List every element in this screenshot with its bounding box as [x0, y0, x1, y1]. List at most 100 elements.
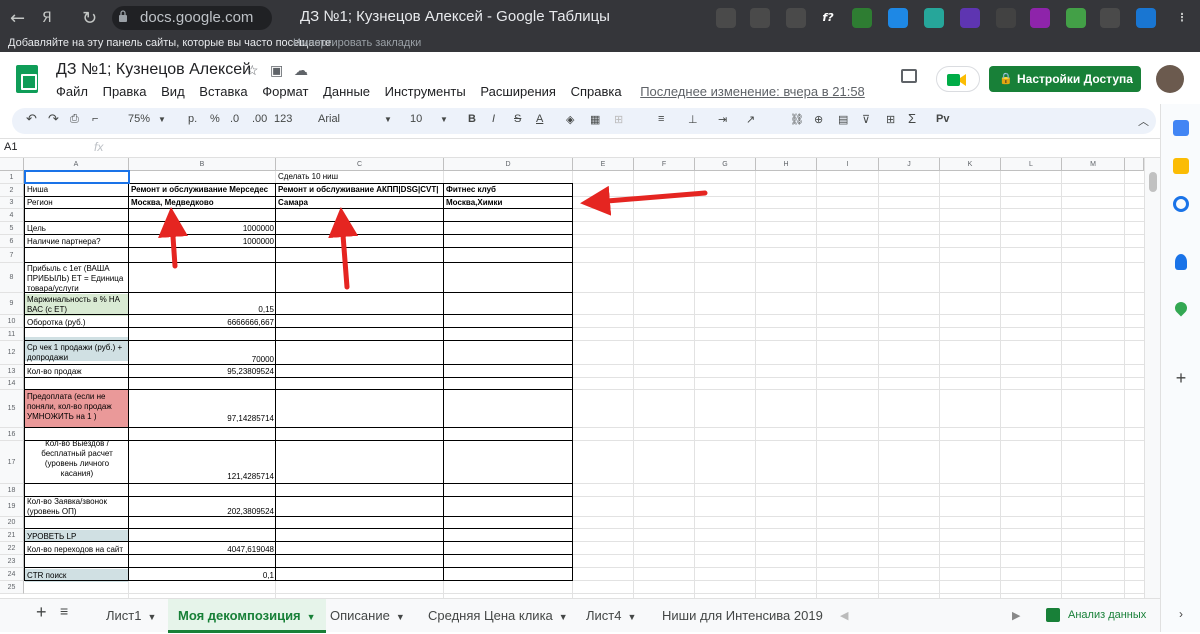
cell-a15[interactable]: Предоплата (если не поняли, кол-во прода…: [27, 392, 127, 426]
align-vertical-icon[interactable]: ⊥: [688, 113, 698, 126]
increase-decimal-button[interactable]: .00: [252, 113, 267, 125]
column-header[interactable]: M: [1062, 158, 1125, 171]
last-edit-link[interactable]: Последнее изменение: вчера в 21:58: [640, 84, 865, 99]
cell-b6[interactable]: 1000000: [131, 236, 274, 248]
column-header[interactable]: F: [634, 158, 695, 171]
column-header[interactable]: E: [573, 158, 634, 171]
column-header[interactable]: C: [276, 158, 444, 171]
row-header[interactable]: 12: [0, 341, 24, 365]
reload-icon[interactable]: ↻: [82, 8, 97, 29]
row-header[interactable]: 23: [0, 555, 24, 568]
more-formats-select[interactable]: 123: [274, 113, 292, 125]
cell-a2[interactable]: Ниша: [27, 184, 127, 196]
expand-panel-icon[interactable]: ›: [1173, 606, 1189, 622]
column-header[interactable]: H: [756, 158, 817, 171]
chart-icon[interactable]: ▤: [838, 113, 848, 126]
cell-b22[interactable]: 4047,619048: [131, 544, 274, 556]
cell-c3[interactable]: Самара: [278, 197, 444, 209]
cell-a9[interactable]: Маржинальность в % НА ВАС (с ЕТ): [27, 295, 127, 316]
explore-button[interactable]: Анализ данных: [1040, 598, 1160, 632]
cell-b17[interactable]: 121,4285714: [131, 438, 274, 482]
row-header[interactable]: 16: [0, 428, 24, 441]
comment-icon[interactable]: ⊕: [814, 113, 823, 126]
align-horizontal-icon[interactable]: ≡: [658, 113, 664, 125]
menu-help[interactable]: Справка: [571, 84, 622, 99]
download-extension-icon[interactable]: [888, 8, 908, 28]
all-sheets-icon[interactable]: ≡: [60, 603, 68, 619]
cell-b10[interactable]: 6666666,667: [131, 317, 274, 329]
extension-icon[interactable]: [960, 8, 980, 28]
column-header[interactable]: B: [129, 158, 276, 171]
menu-format[interactable]: Формат: [262, 84, 308, 99]
cell-a24[interactable]: CTR поиск: [27, 570, 127, 582]
row-header[interactable]: 14: [0, 378, 24, 390]
extension-icon[interactable]: [786, 8, 806, 28]
cell-b24[interactable]: 0,1: [131, 570, 274, 582]
import-bookmarks-link[interactable]: Импортировать закладки: [293, 37, 421, 49]
cell-c1[interactable]: Сделать 10 ниш: [278, 171, 444, 183]
spreadsheet-grid[interactable]: A B C D E F G H I J K L M 1 2 3 4 5 6 7 8 9 10 11 1…: [0, 158, 1144, 598]
sheet-tab[interactable]: Лист4 ▼: [576, 599, 646, 633]
functions-icon[interactable]: Σ: [908, 111, 916, 126]
row-header[interactable]: 5: [0, 222, 24, 235]
percent-button[interactable]: %: [210, 113, 220, 125]
row-header[interactable]: 6: [0, 235, 24, 248]
collapse-toolbar-icon[interactable]: ︿: [1138, 113, 1149, 129]
sheet-tab[interactable]: Средняя Цена клика ▼: [418, 599, 578, 633]
paint-format-icon[interactable]: ⌐: [92, 113, 98, 125]
extension-icon[interactable]: [1066, 8, 1086, 28]
row-header[interactable]: 3: [0, 197, 24, 209]
cell-b9[interactable]: 0,15: [131, 295, 274, 315]
decrease-decimal-button[interactable]: .0: [230, 113, 239, 125]
font-size-select[interactable]: 10: [410, 113, 422, 125]
cell-b2[interactable]: Ремонт и обслуживание Мерседес: [131, 184, 276, 196]
text-wrap-icon[interactable]: ⇥: [718, 113, 727, 126]
menu-data[interactable]: Данные: [323, 84, 370, 99]
cell-a17[interactable]: Кол-во Выездов / бесплатный расчет (уров…: [31, 439, 123, 483]
column-header[interactable]: K: [940, 158, 1001, 171]
cell-b19[interactable]: 202,3809524: [131, 497, 274, 517]
print-icon[interactable]: ⎙: [70, 113, 79, 126]
sheet-tab[interactable]: Лист1 ▼: [96, 599, 166, 633]
add-addon-icon[interactable]: +: [1173, 369, 1189, 387]
row-header[interactable]: 2: [0, 184, 24, 197]
maps-icon[interactable]: [1172, 299, 1190, 317]
cell-b15[interactable]: 97,14285714: [131, 390, 274, 424]
row-header[interactable]: 11: [0, 328, 24, 341]
extension-icon[interactable]: [716, 8, 736, 28]
add-sheet-icon[interactable]: +: [36, 602, 47, 623]
column-header[interactable]: G: [695, 158, 756, 171]
yandex-icon[interactable]: Я: [42, 10, 52, 26]
cell-a5[interactable]: Цель: [27, 223, 127, 235]
merge-cells-icon[interactable]: ⊞: [614, 113, 623, 126]
menu-file[interactable]: Файл: [56, 84, 88, 99]
scroll-tabs-right-icon[interactable]: ▶: [1012, 609, 1020, 622]
row-header[interactable]: 13: [0, 365, 24, 378]
scrollbar-thumb[interactable]: [1149, 172, 1157, 192]
row-header[interactable]: 17: [0, 441, 24, 484]
extension-icon[interactable]: [924, 8, 944, 28]
row-header[interactable]: 25: [0, 581, 24, 594]
calendar-icon[interactable]: [1173, 120, 1189, 136]
cell-a13[interactable]: Кол-во продаж: [27, 366, 127, 378]
row-header[interactable]: 19: [0, 497, 24, 517]
cell-a8[interactable]: Прибыль с 1ет (ВАША ПРИБЫЛЬ) ЕТ = Единиц…: [27, 264, 127, 294]
italic-button[interactable]: I: [492, 113, 495, 125]
row-header[interactable]: 9: [0, 293, 24, 315]
star-icon[interactable]: ☆: [246, 62, 259, 79]
row-header[interactable]: 21: [0, 529, 24, 542]
extension-icon[interactable]: [750, 8, 770, 28]
strikethrough-button[interactable]: S: [514, 113, 521, 125]
redo-icon[interactable]: ↷: [48, 111, 59, 127]
row-header[interactable]: 22: [0, 542, 24, 555]
menu-icon[interactable]: ⋮: [1172, 8, 1192, 28]
vertical-scrollbar[interactable]: [1144, 158, 1160, 598]
column-header[interactable]: L: [1001, 158, 1062, 171]
column-header[interactable]: [1125, 158, 1144, 171]
cell-b13[interactable]: 95,23809524: [131, 366, 274, 378]
row-header[interactable]: 1: [0, 171, 24, 184]
borders-icon[interactable]: ▦: [590, 113, 600, 126]
row-header[interactable]: 20: [0, 517, 24, 529]
share-button[interactable]: Настройки Доступа: [989, 66, 1141, 92]
bold-button[interactable]: B: [468, 113, 476, 125]
